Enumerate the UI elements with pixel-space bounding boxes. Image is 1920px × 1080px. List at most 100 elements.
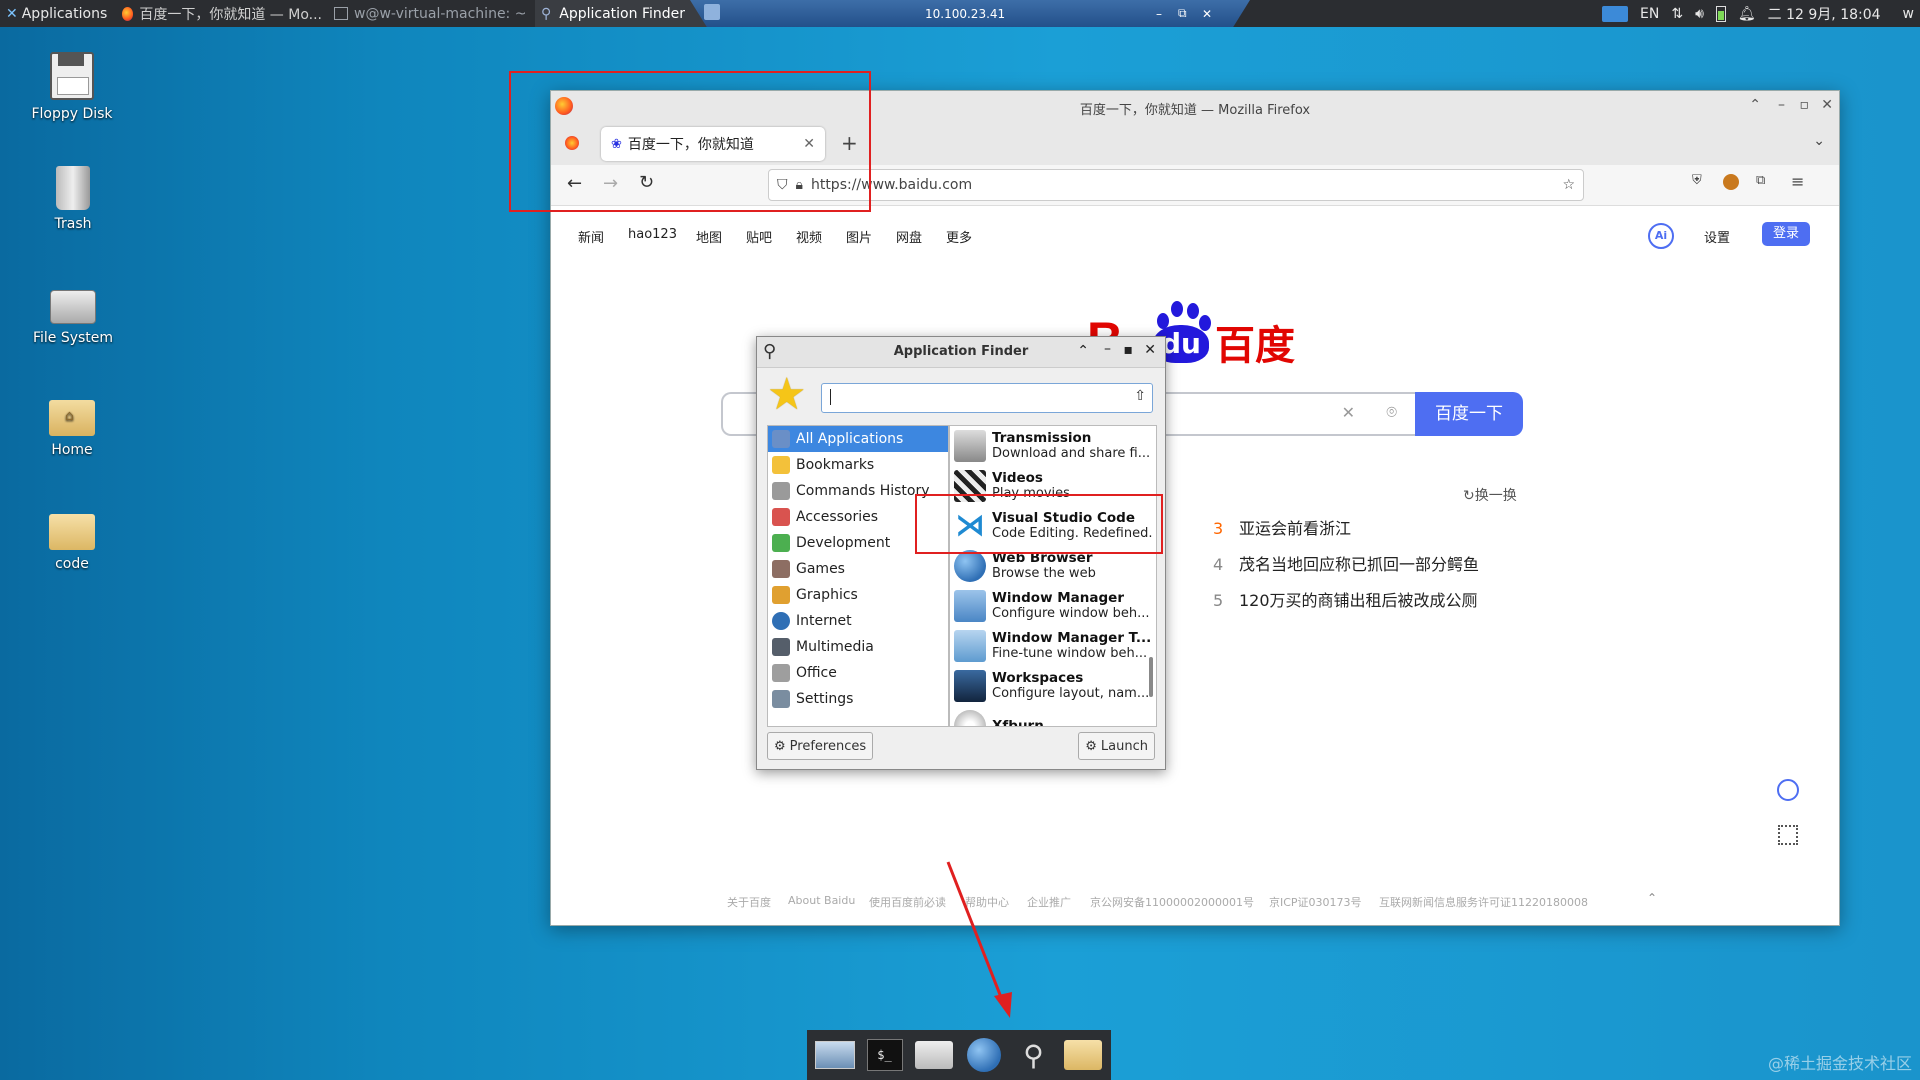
footer-link[interactable]: 关于百度: [727, 894, 771, 910]
hot-item[interactable]: 4 茂名当地回应称已抓回一部分鳄鱼: [1213, 551, 1479, 575]
favorite-star-icon: ★: [767, 369, 807, 420]
shade-icon[interactable]: ⌃: [1077, 343, 1089, 359]
desktop-icon-floppy[interactable]: Floppy Disk: [22, 52, 122, 122]
nav-link-news[interactable]: 新闻: [578, 227, 604, 246]
history-icon: [772, 482, 790, 500]
qrcode-icon[interactable]: [1778, 825, 1798, 845]
app-item-workspaces[interactable]: Workspaces Configure layout, nam...: [950, 666, 1156, 706]
launch-button[interactable]: ⚙ Launch: [1078, 732, 1155, 760]
desktop-icon-trash[interactable]: Trash: [23, 166, 123, 232]
app-item-transmission[interactable]: Transmission Download and share fi...: [950, 426, 1156, 466]
app-item-xfburn[interactable]: Xfburn: [950, 706, 1156, 726]
category-all-applications[interactable]: All Applications: [768, 426, 948, 452]
footer-link[interactable]: 企业推广: [1027, 894, 1071, 910]
category-settings[interactable]: Settings: [768, 686, 948, 712]
footer-link[interactable]: 使用百度前必读: [869, 894, 946, 910]
preferences-button[interactable]: ⚙ Preferences: [767, 732, 874, 760]
minimize-icon[interactable]: –: [1104, 341, 1111, 357]
desktop-icon-code[interactable]: code: [22, 508, 122, 572]
applications-menu-button[interactable]: ✕ Applications: [0, 0, 116, 27]
settings-link[interactable]: 设置: [1704, 227, 1730, 246]
pin-icon[interactable]: [704, 4, 720, 20]
dock-web-browser[interactable]: [962, 1035, 1006, 1075]
nav-link-video[interactable]: 视频: [796, 227, 822, 246]
dock-terminal[interactable]: $_: [863, 1035, 907, 1075]
footer-link[interactable]: 互联网新闻信息服务许可证11220180008: [1379, 894, 1588, 910]
volume-icon[interactable]: 🔊︎: [1695, 6, 1704, 22]
gear-icon: ⚙: [1085, 738, 1097, 754]
network-icon[interactable]: ⇅: [1671, 6, 1683, 22]
footer-link[interactable]: 京公网安备11000002000001号: [1090, 894, 1254, 910]
maximize-icon[interactable]: ▪: [1124, 342, 1134, 358]
taskbar-item-terminal[interactable]: w@w-virtual-machine: ~: [328, 0, 535, 27]
extension-monkey-icon[interactable]: [1723, 174, 1739, 190]
keyboard-layout-icon[interactable]: [1602, 5, 1628, 22]
footer-link[interactable]: 京ICP证030173号: [1269, 894, 1362, 910]
settings-icon: [772, 690, 790, 708]
dock-show-desktop[interactable]: [813, 1035, 857, 1075]
hot-item[interactable]: 3 亚运会前看浙江: [1213, 515, 1351, 539]
dock-folder[interactable]: [1061, 1035, 1105, 1075]
clock[interactable]: 二 12 9月, 18:04: [1768, 4, 1881, 24]
nav-link-tieba[interactable]: 贴吧: [746, 227, 772, 246]
bookmark-star-icon[interactable]: ☆: [1562, 177, 1575, 193]
remote-minimize-icon[interactable]: –: [1156, 7, 1162, 21]
terminal-icon: [334, 7, 348, 20]
close-icon[interactable]: ✕: [1821, 97, 1833, 113]
footer-link[interactable]: About Baidu: [788, 894, 855, 907]
taskbar-item-firefox[interactable]: 百度一下，你就知道 — Mo...: [116, 0, 328, 27]
category-graphics[interactable]: Graphics: [768, 582, 948, 608]
dock: $_ ⚲: [807, 1030, 1111, 1080]
development-icon: [772, 534, 790, 552]
language-indicator[interactable]: EN: [1640, 6, 1659, 22]
app-finder-titlebar[interactable]: ⚲ Application Finder ⌃ – ▪ ✕: [757, 337, 1165, 368]
category-office[interactable]: Office: [768, 660, 948, 686]
maximize-icon[interactable]: ▫: [1800, 97, 1810, 113]
app-search-input[interactable]: ⇧: [821, 383, 1153, 413]
url-bar[interactable]: ⛉ 🔒︎ https://www.baidu.com ☆: [768, 169, 1584, 201]
ai-assistant-icon[interactable]: Ai: [1648, 223, 1674, 249]
remote-close-icon[interactable]: ✕: [1202, 7, 1212, 21]
nav-link-more[interactable]: 更多: [946, 227, 972, 246]
notification-bell-icon[interactable]: 🔔︎: [1738, 6, 1756, 22]
desktop-icon-home[interactable]: ⌂ Home: [22, 394, 122, 458]
list-tabs-icon[interactable]: ⌄: [1813, 133, 1825, 149]
expand-icon[interactable]: ⇧: [1134, 388, 1146, 404]
desktop-icon-label: Floppy Disk: [31, 106, 113, 122]
window-manager-icon: [954, 590, 986, 622]
hard-drive-icon: [50, 290, 96, 324]
category-multimedia[interactable]: Multimedia: [768, 634, 948, 660]
close-icon[interactable]: ✕: [1144, 342, 1156, 358]
nav-link-hao123[interactable]: hao123: [628, 227, 677, 242]
extensions-puzzle-icon[interactable]: ⧉: [1756, 173, 1765, 188]
pocket-icon[interactable]: ⛨: [1692, 173, 1702, 188]
baidu-search-button[interactable]: 百度一下: [1415, 392, 1523, 436]
app-menu-icon[interactable]: ≡: [1791, 172, 1804, 191]
nav-link-map[interactable]: 地图: [696, 227, 722, 246]
login-button[interactable]: 登录: [1762, 222, 1810, 246]
user-menu[interactable]: w: [1903, 6, 1914, 22]
refresh-hot-link[interactable]: ↻换一换: [1463, 485, 1517, 505]
dock-file-manager[interactable]: [912, 1035, 956, 1075]
nav-link-pan[interactable]: 网盘: [896, 227, 922, 246]
category-bookmarks[interactable]: Bookmarks: [768, 452, 948, 478]
camera-icon[interactable]: ⌾: [1386, 402, 1397, 423]
battery-icon[interactable]: [1715, 5, 1726, 22]
shade-icon[interactable]: ⌃: [1749, 97, 1761, 113]
hot-item[interactable]: 5 120万买的商铺出租后被改成公厕: [1213, 587, 1478, 611]
remote-restore-icon[interactable]: ⧉: [1178, 6, 1187, 21]
clear-icon[interactable]: ✕: [1342, 403, 1355, 422]
nav-link-image[interactable]: 图片: [846, 227, 872, 246]
app-item-window-manager[interactable]: Window Manager Configure window beh...: [950, 586, 1156, 626]
category-internet[interactable]: Internet: [768, 608, 948, 634]
desktop-icon-filesystem[interactable]: File System: [23, 280, 123, 346]
app-list-scrollbar[interactable]: [1149, 657, 1153, 697]
category-games[interactable]: Games: [768, 556, 948, 582]
dock-app-finder[interactable]: ⚲: [1012, 1035, 1056, 1075]
app-item-window-manager-tweaks[interactable]: Window Manager T... Fine-tune window beh.…: [950, 626, 1156, 666]
scroll-top-icon[interactable]: ⌃: [1647, 891, 1657, 905]
minimize-icon[interactable]: –: [1778, 97, 1785, 113]
feedback-icon[interactable]: [1777, 779, 1799, 801]
remote-session-bar: 10.100.23.41 – ⧉ ✕: [690, 0, 1250, 27]
annotation-arrow: [946, 861, 1012, 1018]
